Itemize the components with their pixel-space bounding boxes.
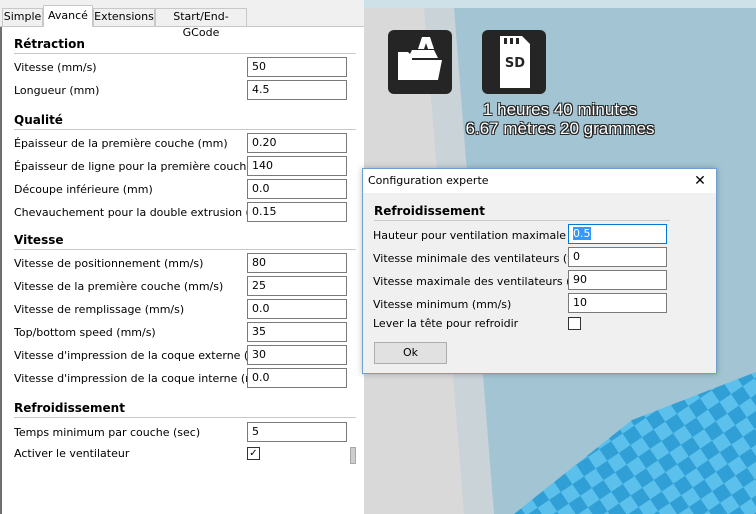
inner-shell-speed-input[interactable]: 0.0: [247, 368, 347, 388]
load-model-button[interactable]: [388, 30, 452, 94]
fan-full-height-input[interactable]: 0.5: [568, 224, 667, 244]
tab-start-end-gcode[interactable]: Start/End-GCode: [155, 8, 247, 39]
dialog-title: Configuration experte: [368, 174, 489, 187]
fan-speed-max-input[interactable]: 90: [568, 270, 667, 290]
min-speed-label: Vitesse minimum (mm/s): [373, 298, 512, 311]
enable-fan-checkbox[interactable]: ✓: [247, 447, 260, 460]
scrollbar-thumb[interactable]: [350, 447, 356, 464]
section-divider: [14, 249, 356, 250]
retraction-length-label: Longueur (mm): [14, 84, 100, 97]
section-title-retraction: Rétraction: [14, 37, 85, 51]
first-layer-speed-label: Vitesse de la première couche (mm/s): [14, 280, 224, 293]
first-layer-height-label: Épaisseur de la première couche (mm): [14, 137, 228, 150]
first-layer-speed-input[interactable]: 25: [247, 276, 347, 296]
inner-shell-speed-label: Vitesse d'impression de la coque interne…: [14, 372, 281, 385]
ok-button[interactable]: Ok: [374, 342, 447, 364]
travel-speed-input[interactable]: 80: [247, 253, 347, 273]
cut-off-bottom-label: Découpe inférieure (mm): [14, 183, 153, 196]
dual-extrusion-overlap-input[interactable]: 0.15: [247, 202, 347, 222]
min-layer-time-label: Temps minimum par couche (sec): [14, 426, 201, 439]
top-strip: [364, 0, 756, 8]
load-model-icon: [398, 37, 442, 80]
close-icon[interactable]: ✕: [688, 171, 712, 191]
dialog-section-title: Refroidissement: [374, 204, 485, 218]
retraction-speed-input[interactable]: 50: [247, 57, 347, 77]
section-divider: [14, 129, 356, 130]
min-speed-input[interactable]: 10: [568, 293, 667, 313]
infill-speed-input[interactable]: 0.0: [247, 299, 347, 319]
first-layer-width-input[interactable]: 140: [247, 156, 347, 176]
fan-speed-min-label: Vitesse minimale des ventilateurs (%): [373, 252, 582, 265]
tab-extensions[interactable]: Extensions: [93, 8, 155, 26]
print-material: 6.67 mètres 20 grammes: [465, 119, 655, 138]
retraction-length-input[interactable]: 4.5: [247, 80, 347, 100]
settings-panel: Simple Avancé Extensions Start/End-GCode…: [0, 0, 364, 514]
section-title-cooling: Refroidissement: [14, 401, 125, 415]
dual-extrusion-overlap-label: Chevauchement pour la double extrusion (…: [14, 206, 276, 219]
save-to-sd-button[interactable]: SD: [482, 30, 546, 94]
section-divider: [374, 220, 670, 221]
first-layer-height-input[interactable]: 0.20: [247, 133, 347, 153]
section-title-speed: Vitesse: [14, 233, 64, 247]
top-bottom-speed-input[interactable]: 35: [247, 322, 347, 342]
section-divider: [14, 53, 356, 54]
tab-simple[interactable]: Simple: [2, 8, 43, 26]
print-time: 1 heures 40 minutes: [482, 100, 638, 119]
fan-speed-min-input[interactable]: 0: [568, 247, 667, 267]
build-platform: [514, 372, 756, 514]
infill-speed-label: Vitesse de remplissage (mm/s): [14, 303, 185, 316]
travel-speed-label: Vitesse de positionnement (mm/s): [14, 257, 204, 270]
cut-off-bottom-input[interactable]: 0.0: [247, 179, 347, 199]
cool-head-lift-label: Lever la tête pour refroidir: [373, 317, 519, 330]
fan-full-height-label: Hauteur pour ventilation maximale (mm): [373, 229, 600, 242]
selected-text: 0.5: [573, 227, 591, 240]
first-layer-width-label: Épaisseur de ligne pour la première couc…: [14, 160, 276, 173]
dialog-titlebar[interactable]: Configuration experte ✕: [363, 169, 716, 193]
retraction-speed-label: Vitesse (mm/s): [14, 61, 97, 74]
tab-advanced[interactable]: Avancé: [43, 5, 93, 27]
enable-fan-label: Activer le ventilateur: [14, 447, 130, 460]
fan-speed-max-label: Vitesse maximale des ventilateurs (%): [373, 275, 586, 288]
section-divider: [14, 417, 356, 418]
top-bottom-speed-label: Top/bottom speed (mm/s): [14, 326, 156, 339]
min-layer-time-input[interactable]: 5: [247, 422, 347, 442]
panel-edge: [0, 0, 2, 514]
cool-head-lift-checkbox[interactable]: [568, 317, 581, 330]
outer-shell-speed-input[interactable]: 30: [247, 345, 347, 365]
expert-config-dialog: Configuration experte ✕ Refroidissement …: [362, 168, 717, 374]
sd-card-label: SD: [504, 56, 526, 71]
dialog-body: Refroidissement Hauteur pour ventilation…: [363, 193, 716, 373]
tab-bar: Simple Avancé Extensions Start/End-GCode: [0, 0, 364, 39]
section-title-quality: Qualité: [14, 113, 63, 127]
outer-shell-speed-label: Vitesse d'impression de la coque externe…: [14, 349, 284, 362]
